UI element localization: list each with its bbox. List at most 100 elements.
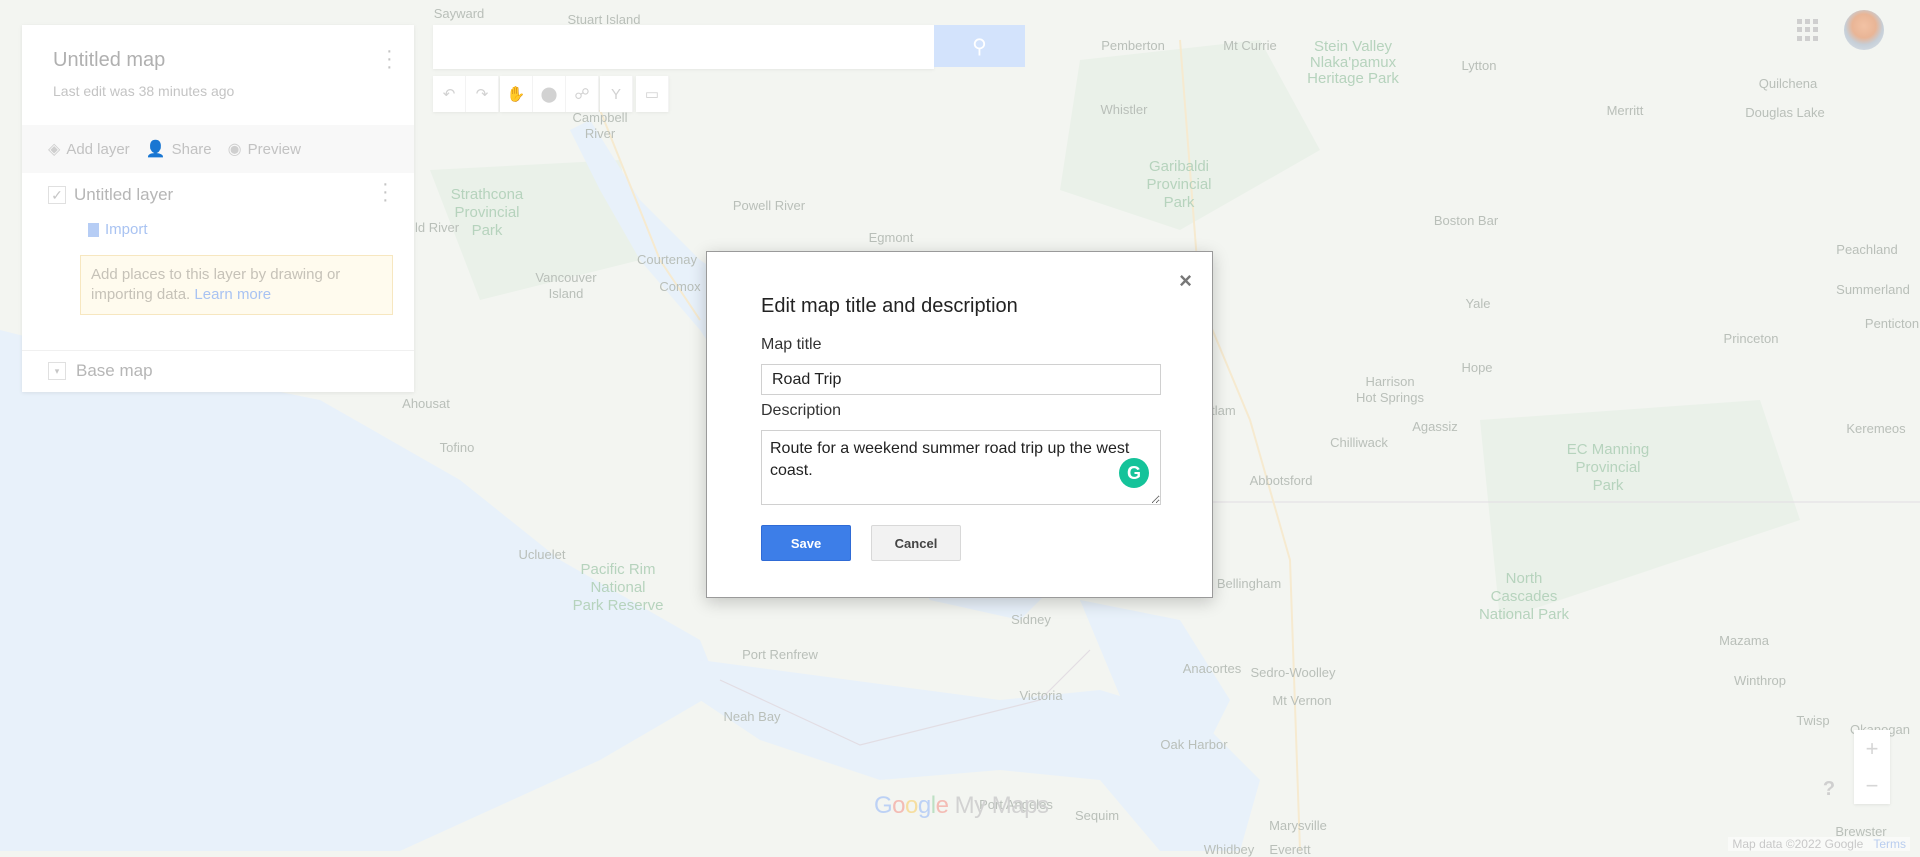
map-place-label: Victoria: [1019, 688, 1063, 703]
map-place-label: Sayward: [433, 6, 485, 21]
map-options-kebab-icon[interactable]: · · ·: [386, 41, 393, 77]
import-link[interactable]: Import: [88, 221, 148, 238]
layer-options-kebab-icon[interactable]: · · ·: [382, 174, 389, 210]
map-place-label: Keremeos: [1846, 421, 1906, 436]
directions-toolbar: Y: [600, 76, 633, 112]
preview-button[interactable]: ◉ Preview: [228, 139, 301, 159]
map-place-label: Oak Harbor: [1160, 737, 1228, 752]
map-place-label: Harrison: [1365, 374, 1415, 389]
map-place-label: Penticton: [1864, 316, 1920, 331]
apps-grid-icon[interactable]: [1797, 19, 1819, 41]
zoom-in-button[interactable]: +: [1854, 730, 1890, 767]
map-title-label: Map title: [761, 336, 822, 353]
map-place-label: Douglas Lake: [1745, 105, 1825, 120]
base-map-row[interactable]: ▾ Base map: [48, 361, 153, 381]
map-place-label: Twisp: [1796, 713, 1830, 728]
map-place-label: Egmont: [868, 230, 914, 245]
map-place-label: Cascades: [1490, 588, 1558, 605]
directions-icon[interactable]: Y: [600, 76, 633, 112]
map-place-label: National Park: [1478, 606, 1570, 623]
add-layer-button[interactable]: ◈ Add layer: [48, 139, 130, 159]
avatar[interactable]: [1844, 10, 1884, 50]
map-place-label: National: [590, 579, 646, 596]
zoom-controls: + −: [1854, 730, 1890, 804]
add-layer-label: Add layer: [66, 140, 130, 158]
map-place-label: River: [584, 126, 616, 141]
map-place-label: Strathcona: [450, 186, 524, 203]
edit-map-dialog: × Edit map title and description Map tit…: [706, 251, 1213, 598]
map-place-label: Pemberton: [1101, 38, 1165, 53]
learn-more-link[interactable]: Learn more: [194, 286, 271, 303]
cancel-button[interactable]: Cancel: [871, 525, 961, 561]
map-place-label: Tofino: [439, 440, 475, 455]
map-place-label: Hot Springs: [1356, 390, 1424, 405]
map-place-label: North: [1505, 570, 1543, 587]
map-place-label: Ahousat: [402, 396, 450, 411]
map-place-label: Sequim: [1074, 808, 1120, 823]
grammarly-icon[interactable]: G: [1119, 458, 1149, 488]
map-place-label: Hope: [1461, 360, 1493, 375]
layer-hint: Add places to this layer by drawing or i…: [80, 255, 393, 315]
map-place-label: Park Reserve: [572, 597, 664, 614]
map-title[interactable]: Untitled map: [53, 49, 165, 72]
search-button[interactable]: ⚲: [934, 25, 1025, 67]
layers-icon: ◈: [48, 141, 61, 158]
preview-label: Preview: [247, 140, 301, 158]
layer-checkbox[interactable]: ✓: [48, 186, 66, 204]
last-edit-status: Last edit was 38 minutes ago: [53, 83, 235, 99]
attribution: Map data ©2022 Google: [1732, 837, 1864, 851]
map-place-label: Park: [471, 222, 503, 239]
terms-link[interactable]: Terms: [1873, 837, 1906, 851]
map-place-label: Quilchena: [1758, 76, 1818, 91]
map-place-label: Mt Vernon: [1272, 693, 1332, 708]
zoom-out-button[interactable]: −: [1854, 767, 1890, 804]
map-title-field[interactable]: [761, 364, 1161, 395]
divider: [22, 350, 414, 351]
base-map-label: Base map: [76, 361, 153, 380]
map-place-label: Port Renfrew: [742, 647, 818, 662]
search-icon: ⚲: [972, 35, 987, 58]
map-place-label: Provincial: [1146, 176, 1212, 193]
map-place-label: Bellingham: [1216, 576, 1282, 591]
search-input[interactable]: [433, 25, 934, 69]
map-place-label: Mt Currie: [1223, 38, 1277, 53]
map-place-label: Whistler: [1100, 102, 1148, 117]
help-icon[interactable]: ?: [1818, 778, 1840, 802]
map-place-label: Lytton: [1461, 58, 1497, 73]
map-place-label: Provincial: [1575, 459, 1641, 476]
google-my-maps-logo: Google My Maps: [874, 792, 1049, 819]
map-place-label: Abbotsford: [1249, 473, 1313, 488]
undo-icon[interactable]: ↶: [433, 76, 466, 112]
marker-icon[interactable]: ⬤: [533, 76, 566, 112]
expand-arrow-icon[interactable]: ▾: [48, 362, 66, 380]
map-place-label: Agassiz: [1412, 419, 1458, 434]
file-upload-icon: [88, 222, 99, 237]
import-label: Import: [105, 221, 148, 238]
description-field[interactable]: Route for a weekend summer road trip up …: [761, 430, 1161, 505]
map-place-label: Anacortes: [1182, 661, 1242, 676]
map-panel: Untitled map Last edit was 38 minutes ag…: [22, 25, 414, 392]
map-place-label: Whidbey: [1203, 842, 1255, 857]
map-place-label: Park: [1592, 477, 1624, 494]
map-place-label: Merritt: [1606, 103, 1644, 118]
redo-icon[interactable]: ↷: [466, 76, 499, 112]
map-place-label: EC Manning: [1566, 441, 1650, 458]
map-place-label: Yale: [1465, 296, 1491, 311]
map-place-label: Provincial: [454, 204, 520, 221]
draw-line-icon[interactable]: ☍: [566, 76, 599, 112]
map-place-label: Vancouver: [535, 270, 597, 285]
layer-name[interactable]: Untitled layer: [74, 185, 173, 205]
history-toolbar: ↶ ↷: [433, 76, 499, 112]
map-place-label: Garibaldi: [1148, 158, 1210, 175]
map-place-label: Neah Bay: [723, 709, 781, 724]
map-place-label: Comox: [659, 279, 701, 294]
close-icon[interactable]: ×: [1179, 268, 1192, 294]
map-place-label: Ucluelet: [518, 547, 566, 562]
hand-icon[interactable]: ✋: [500, 76, 533, 112]
map-place-label: Park: [1163, 194, 1195, 211]
share-button[interactable]: 👤 Share: [146, 139, 212, 159]
ruler-icon[interactable]: ▭: [636, 76, 669, 112]
map-footer: Map data ©2022 Google Terms: [1728, 837, 1910, 851]
save-button[interactable]: Save: [761, 525, 851, 561]
map-place-label: ld River: [414, 220, 460, 235]
